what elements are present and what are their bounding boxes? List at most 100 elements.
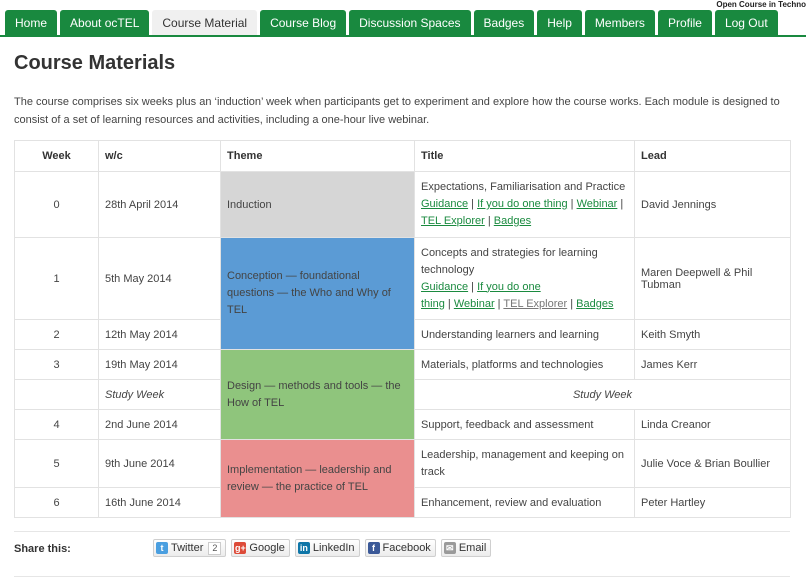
wc-cell: 19th May 2014 bbox=[98, 349, 221, 380]
week-cell: 1 bbox=[14, 237, 99, 320]
link-separator: | bbox=[471, 198, 475, 210]
study-week-label: Study Week bbox=[414, 379, 791, 410]
webinar-link[interactable]: Webinar bbox=[454, 298, 495, 310]
twitter-count: 2 bbox=[208, 541, 222, 555]
tab-badges[interactable]: Badges bbox=[473, 10, 535, 36]
google-plus-icon: g+ bbox=[234, 542, 247, 554]
tab-course-material[interactable]: Course Material bbox=[152, 10, 258, 36]
week-cell: 6 bbox=[14, 487, 99, 518]
wc-cell: 5th May 2014 bbox=[98, 237, 221, 320]
title-cell: Concepts and strategies for learning tec… bbox=[414, 237, 635, 320]
facebook-share-button[interactable]: f Facebook bbox=[364, 539, 436, 557]
table-row: 0 28th April 2014 Induction Expectations… bbox=[14, 171, 791, 238]
lead-cell: Keith Smyth bbox=[634, 319, 791, 350]
linkedin-share-button[interactable]: in LinkedIn bbox=[294, 539, 360, 557]
wc-cell: 2nd June 2014 bbox=[98, 409, 221, 440]
if-you-do-one-thing-link-part1[interactable]: If you do one bbox=[477, 281, 541, 293]
table-row: 3 19th May 2014 Design — methods and too… bbox=[14, 349, 791, 440]
twitter-label: Twitter bbox=[171, 542, 204, 554]
google-label: Google bbox=[249, 542, 285, 554]
guidance-link[interactable]: Guidance bbox=[421, 281, 468, 293]
wc-cell: 9th June 2014 bbox=[98, 439, 221, 488]
wc-cell: 16th June 2014 bbox=[98, 487, 221, 518]
table-row: 5 9th June 2014 Implementation — leaders… bbox=[14, 439, 791, 518]
webinar-link[interactable]: Webinar bbox=[577, 198, 618, 210]
google-share-button[interactable]: g+ Google bbox=[231, 539, 290, 557]
title-text: Concepts and strategies for learning tec… bbox=[421, 246, 598, 276]
guidance-link[interactable]: Guidance bbox=[421, 198, 468, 210]
tab-about[interactable]: About ocTEL bbox=[60, 10, 150, 36]
twitter-icon: t bbox=[156, 542, 168, 554]
badges-link[interactable]: Badges bbox=[494, 215, 531, 227]
course-schedule-table: Week w/c Theme Title Lead 0 28th April 2… bbox=[14, 140, 791, 518]
nav-divider bbox=[0, 35, 806, 37]
wc-cell: 12th May 2014 bbox=[98, 319, 221, 350]
tab-discussion-spaces[interactable]: Discussion Spaces bbox=[349, 10, 471, 36]
linkedin-icon: in bbox=[297, 542, 310, 554]
wc-cell-study-week: Study Week bbox=[98, 379, 221, 410]
share-buttons: t Twitter 2 g+ Google in LinkedIn f Face… bbox=[153, 539, 492, 557]
col-header-lead: Lead bbox=[634, 140, 791, 172]
title-cell: Materials, platforms and technologies bbox=[414, 349, 635, 380]
theme-conception: Conception — foundational questions — th… bbox=[220, 237, 415, 350]
tab-course-blog[interactable]: Course Blog bbox=[260, 10, 347, 36]
tab-help[interactable]: Help bbox=[537, 10, 582, 36]
email-icon: ✉ bbox=[443, 542, 456, 554]
lead-cell: Peter Hartley bbox=[634, 487, 791, 518]
tel-explorer-link[interactable]: TEL Explorer bbox=[421, 215, 485, 227]
theme-induction: Induction bbox=[220, 171, 415, 238]
title-text: Expectations, Familiarisation and Practi… bbox=[421, 181, 626, 193]
link-separator: | bbox=[570, 198, 574, 210]
tel-explorer-link[interactable]: TEL Explorer bbox=[503, 298, 567, 310]
link-separator: | bbox=[497, 297, 501, 310]
badges-link[interactable]: Badges bbox=[576, 298, 613, 310]
share-divider bbox=[14, 531, 790, 532]
lead-cell: James Kerr bbox=[634, 349, 791, 380]
col-header-theme: Theme bbox=[220, 140, 415, 172]
col-header-title: Title bbox=[414, 140, 635, 172]
main-nav: Home About ocTEL Course Material Course … bbox=[5, 10, 778, 36]
link-separator: | bbox=[487, 215, 491, 227]
lead-cell: David Jennings bbox=[634, 171, 791, 238]
if-you-do-one-thing-link[interactable]: If you do one thing bbox=[477, 198, 568, 210]
twitter-share-button[interactable]: t Twitter 2 bbox=[153, 539, 227, 557]
share-label: Share this: bbox=[14, 543, 71, 555]
linkedin-label: LinkedIn bbox=[312, 542, 355, 554]
link-separator: | bbox=[570, 297, 574, 310]
link-separator: | bbox=[447, 297, 451, 310]
week-cell: 2 bbox=[14, 319, 99, 350]
if-you-do-one-thing-link-part2[interactable]: thing bbox=[421, 298, 445, 310]
week-cell: 4 bbox=[14, 409, 99, 440]
wc-cell: 28th April 2014 bbox=[98, 171, 221, 238]
title-cell: Understanding learners and learning bbox=[414, 319, 635, 350]
week-cell: 3 bbox=[14, 349, 99, 380]
facebook-icon: f bbox=[367, 542, 380, 554]
week-cell: 0 bbox=[14, 171, 99, 238]
tab-home[interactable]: Home bbox=[5, 10, 58, 36]
email-share-button[interactable]: ✉ Email bbox=[440, 539, 492, 557]
site-name: Open Course in Techno bbox=[716, 0, 806, 9]
tab-log-out[interactable]: Log Out bbox=[714, 10, 778, 36]
page-intro: The course comprises six weeks plus an ‘… bbox=[14, 96, 780, 126]
page-title: Course Materials bbox=[14, 52, 176, 74]
lead-cell: Maren Deepwell & Phil Tubman bbox=[634, 237, 791, 320]
tab-members[interactable]: Members bbox=[584, 10, 655, 36]
lead-cell: Julie Voce & Brian Boullier bbox=[634, 439, 791, 488]
theme-implementation: Implementation — leadership and review —… bbox=[220, 439, 415, 518]
title-cell: Leadership, management and keeping on tr… bbox=[414, 439, 635, 488]
col-header-week: Week bbox=[14, 140, 99, 172]
table-row: 1 5th May 2014 Conception — foundational… bbox=[14, 237, 791, 350]
table-header-row: Week w/c Theme Title Lead bbox=[14, 140, 791, 172]
email-label: Email bbox=[458, 542, 487, 554]
title-cell: Expectations, Familiarisation and Practi… bbox=[414, 171, 635, 238]
week-cell: 5 bbox=[14, 439, 99, 488]
tab-profile[interactable]: Profile bbox=[657, 10, 712, 36]
title-cell: Enhancement, review and evaluation bbox=[414, 487, 635, 518]
col-header-wc: w/c bbox=[98, 140, 221, 172]
theme-design: Design — methods and tools — the How of … bbox=[220, 349, 415, 440]
title-cell: Support, feedback and assessment bbox=[414, 409, 635, 440]
link-separator: | bbox=[471, 280, 475, 293]
lead-cell: Linda Creanor bbox=[634, 409, 791, 440]
facebook-label: Facebook bbox=[382, 542, 431, 554]
link-separator: | bbox=[620, 198, 624, 210]
